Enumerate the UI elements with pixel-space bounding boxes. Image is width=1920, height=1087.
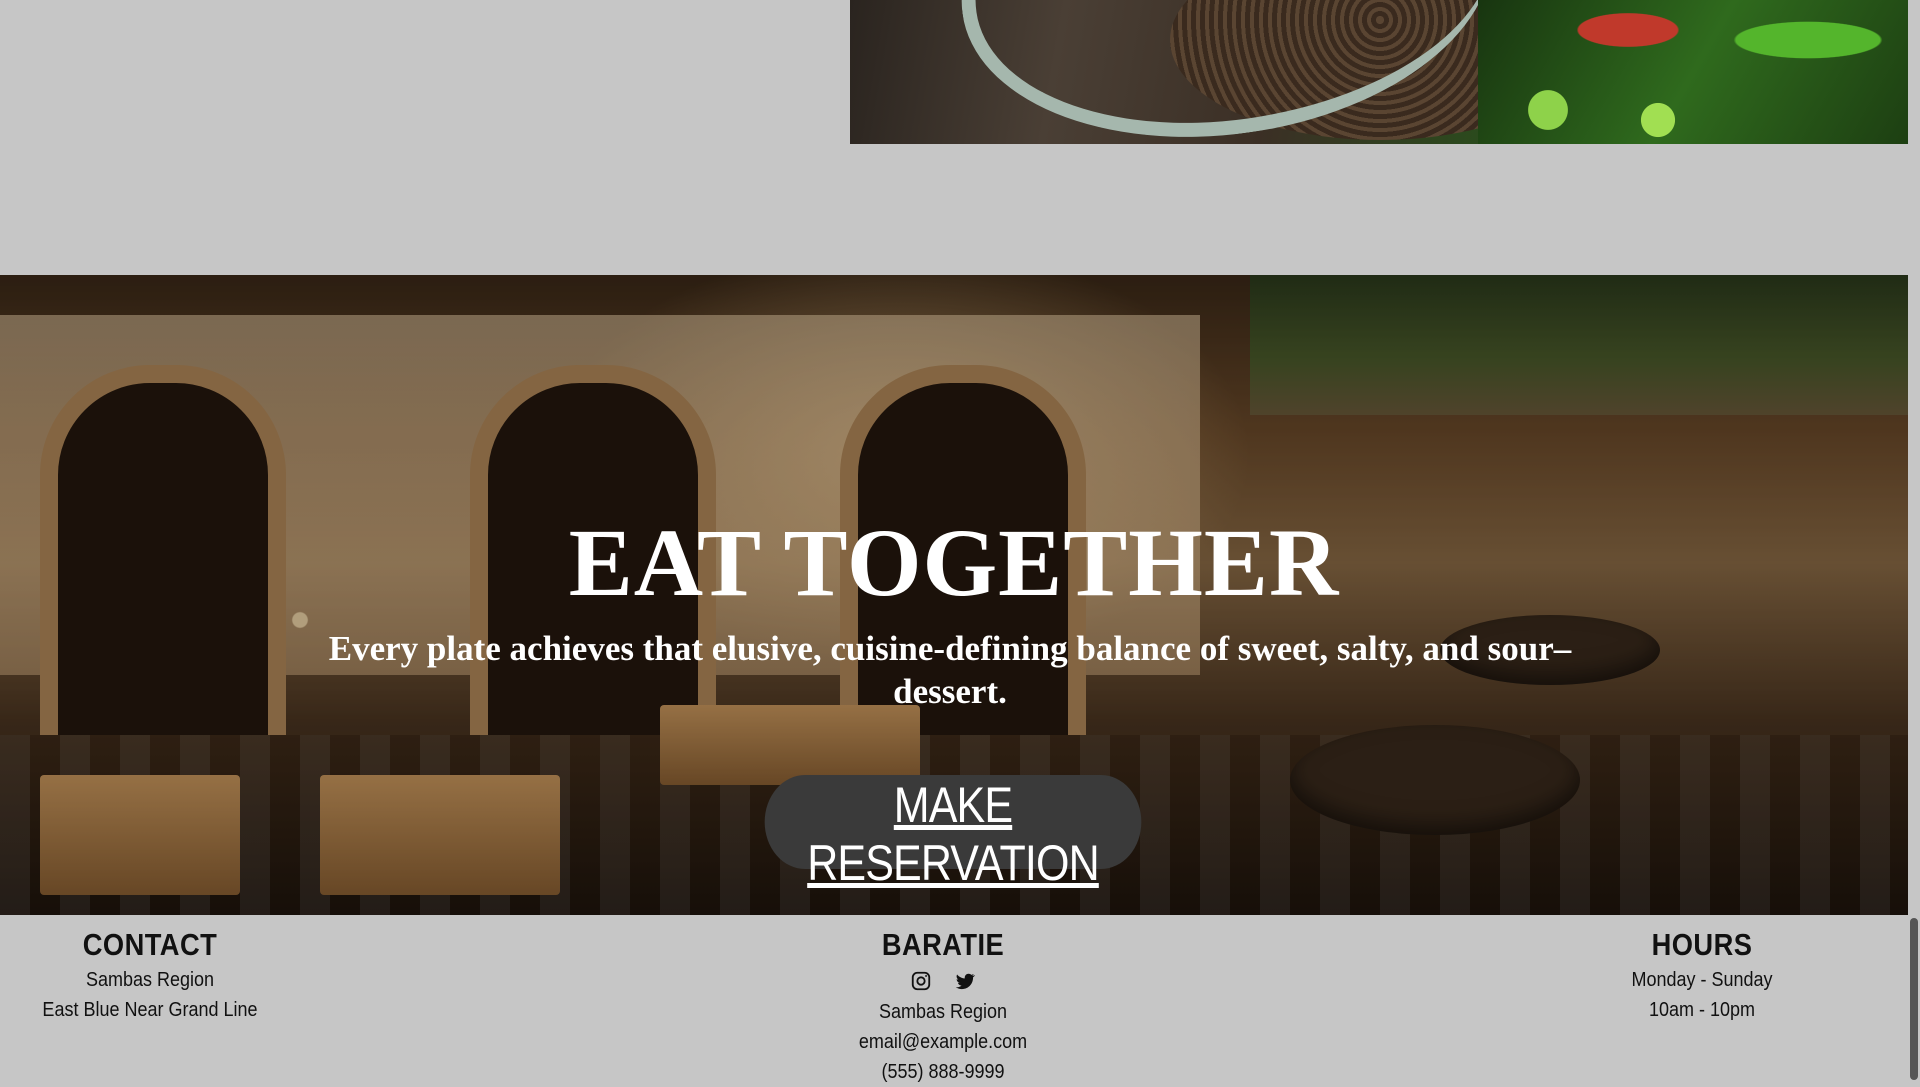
hours-time: 10am - 10pm xyxy=(1648,999,1756,1021)
footer-contact: CONTACT Sambas Region East Blue Near Gra… xyxy=(0,915,300,1025)
instagram-icon[interactable] xyxy=(910,970,932,992)
brand-heading: BARATIE xyxy=(881,927,1005,962)
hours-heading: HOURS xyxy=(1651,927,1753,962)
footer-hours: HOURS Monday - Sunday 10am - 10pm xyxy=(1552,915,1852,1025)
brand-email: email@example.com xyxy=(858,1031,1028,1053)
page-scrollbar[interactable] xyxy=(1908,0,1920,1080)
twitter-icon[interactable] xyxy=(954,970,976,992)
food-dish-image xyxy=(850,0,1908,144)
contact-line-2: East Blue Near Grand Line xyxy=(42,999,258,1021)
hours-days: Monday - Sunday xyxy=(1631,969,1773,991)
hero-title: EAT TOGETHER xyxy=(568,509,1340,616)
vegetables-graphic xyxy=(1478,0,1908,144)
brand-phone: (555) 888-9999 xyxy=(881,1061,1005,1083)
contact-heading: CONTACT xyxy=(82,927,218,962)
scrollbar-thumb[interactable] xyxy=(1910,918,1918,1080)
hero-section: EAT TOGETHER Every plate achieves that e… xyxy=(0,275,1908,915)
footer: CONTACT Sambas Region East Blue Near Gra… xyxy=(0,915,1908,1083)
make-reservation-button[interactable]: MAKE RESERVATION xyxy=(764,775,1142,891)
hero-subtitle: Every plate achieves that elusive, cuisi… xyxy=(328,629,1572,711)
footer-brand: BARATIE Sambas Region email@example.com … xyxy=(793,915,1093,1087)
brand-address: Sambas Region xyxy=(878,1001,1008,1023)
social-links xyxy=(793,965,1093,997)
contact-line-1: Sambas Region xyxy=(85,969,215,991)
